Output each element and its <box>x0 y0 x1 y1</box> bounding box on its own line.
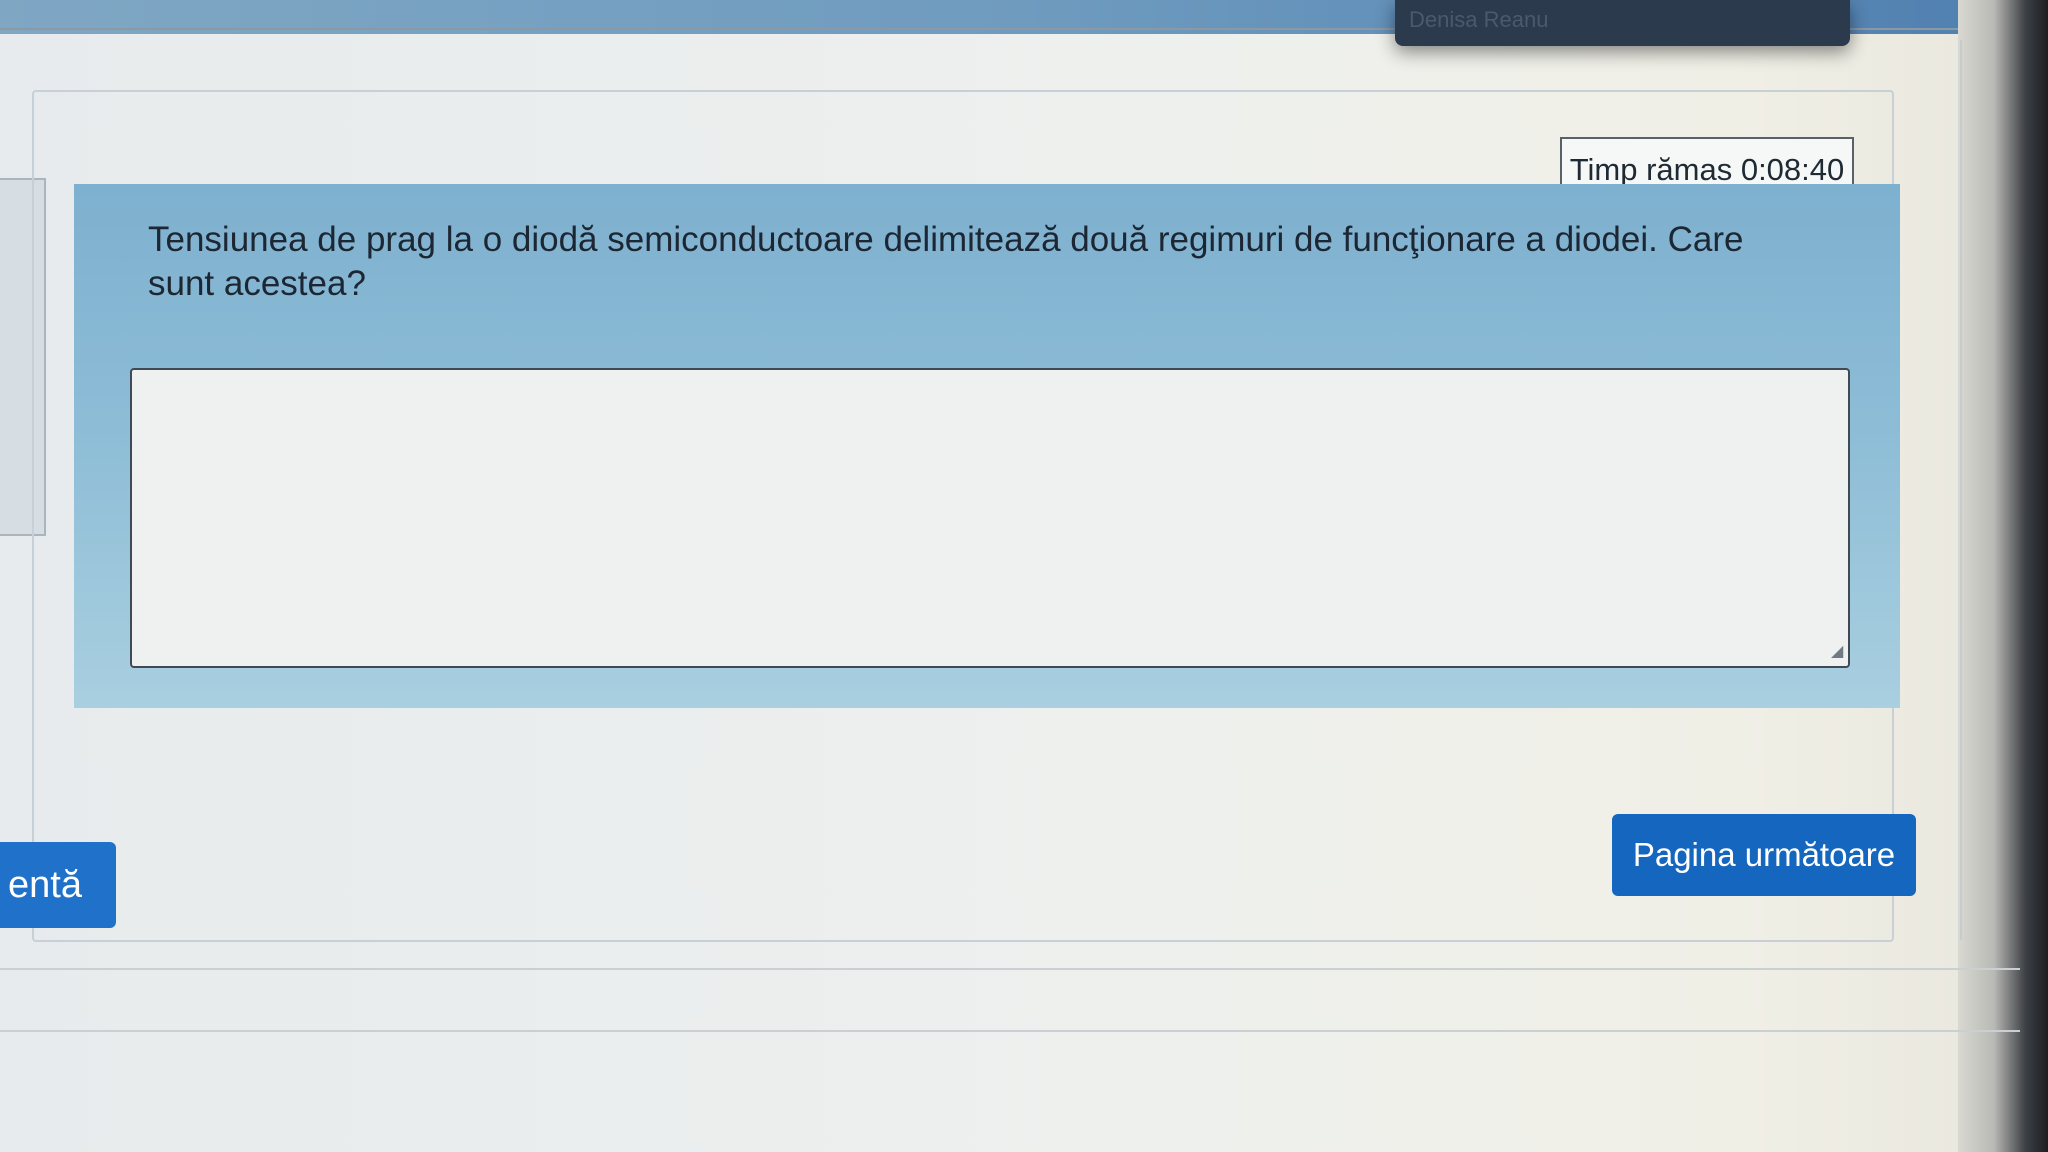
previous-page-button[interactable]: entă <box>0 842 116 928</box>
screen-bezel <box>1958 0 2048 1152</box>
next-page-button[interactable]: Pagina următoare <box>1612 814 1916 896</box>
question-text: Tensiunea de prag la o diodă semiconduct… <box>148 220 1744 303</box>
footer-divider <box>0 1030 2020 1032</box>
resize-grip-icon[interactable]: ◢ <box>1831 644 1847 660</box>
footer-divider <box>0 968 2020 970</box>
user-name: Denisa Reanu <box>1409 7 1549 32</box>
answer-textarea[interactable] <box>130 368 1850 668</box>
